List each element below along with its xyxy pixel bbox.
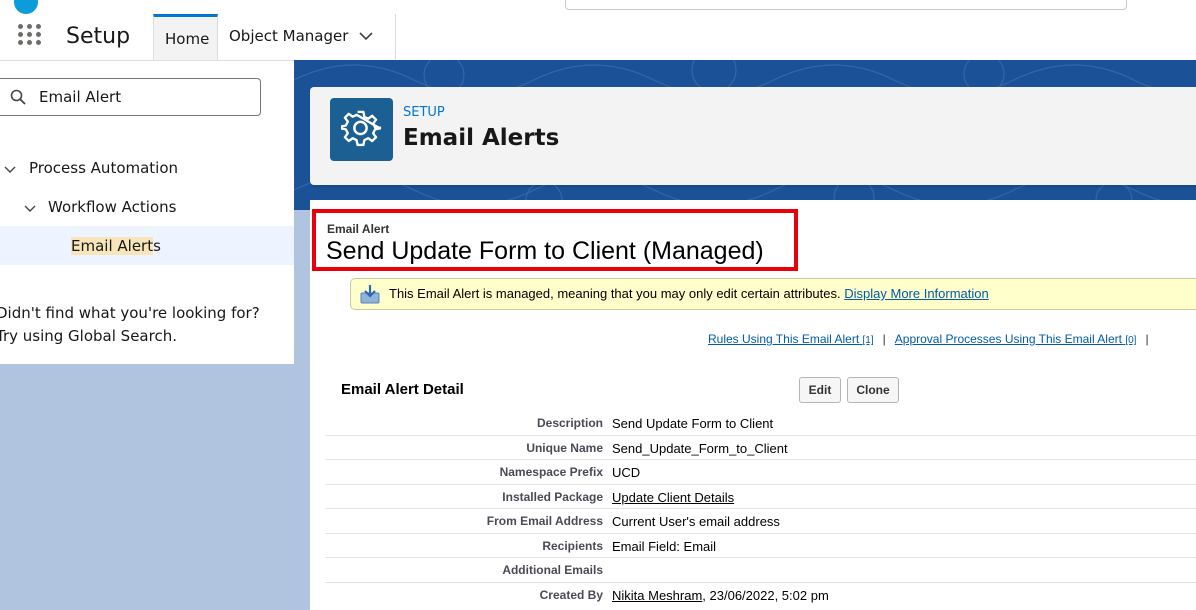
tree-item-email-alerts-label: Email Alerts [71,237,161,255]
record-name: Send Update Form to Client (Managed) [326,237,764,265]
created-date: , 23/06/2022, 5:02 pm [702,587,829,603]
setup-sidebar: Email Alert Process Automation Workflow … [0,61,294,364]
not-found-help-text: Didn't find what you're looking for? Try… [0,304,260,345]
clone-button[interactable]: Clone [847,377,899,403]
tab-home-label: Home [165,30,210,48]
chevron-down-icon[interactable] [4,163,16,175]
field-value: Update Client Details [612,490,734,505]
tree-item-process-automation[interactable]: Process Automation [29,159,178,177]
setup-nav-bar: Setup Home Object Manager [0,14,1196,61]
record-detail-panel: Email Alert Send Update Form to Client (… [310,200,1196,610]
rules-link-label: Rules Using This Email Alert [708,332,860,346]
tree-item-workflow-actions[interactable]: Workflow Actions [48,198,176,216]
quick-find-input[interactable]: Email Alert [0,78,261,116]
field-value: Nikita Meshram, 23/06/2022, 5:02 pm [612,588,829,603]
field-value: UCD [612,465,641,480]
record-type-label: Email Alert [327,222,390,236]
field-label: Installed Package [502,489,603,504]
gear-icon [330,98,393,161]
rules-link-count: [1] [862,335,874,346]
field-label: Description [536,416,603,430]
chevron-down-icon[interactable] [358,28,374,44]
edit-button[interactable]: Edit [799,377,841,403]
detail-row-unique-name: Unique Name Send_Update_Form_to_Client [325,436,1196,460]
chevron-down-icon[interactable] [24,202,36,214]
link-separator: | [1145,332,1149,346]
info-text: This Email Alert is managed, meaning tha… [389,286,989,301]
search-match-highlight: Email Alert [71,237,154,255]
detail-row-installed-package: Installed Package Update Client Details [325,485,1196,509]
field-label: Additional Emails [502,563,603,577]
display-more-info-link[interactable]: Display More Information [844,286,989,301]
quick-find-value: Email Alert [39,88,122,106]
installed-package-link[interactable]: Update Client Details [612,490,734,505]
field-value: Email Field: Email [612,538,717,554]
field-label: Unique Name [526,440,603,455]
managed-info-message: This Email Alert is managed, meaning tha… [350,278,1196,310]
download-package-icon [360,285,380,304]
tab-object-manager-label: Object Manager [229,27,349,45]
tree-item-email-alerts[interactable]: Email Alerts [0,226,294,265]
salesforce-logo[interactable] [14,0,38,14]
detail-section-title: Email Alert Detail [341,381,464,398]
field-label: Recipients [542,538,603,553]
related-lists-links: Rules Using This Email Alert [1] | Approva… [708,332,1158,346]
detail-row-from-email: From Email Address Current User's email … [325,509,1196,534]
detail-table: Description Send Update Form to Client U… [325,411,1196,607]
rules-using-alert-link[interactable]: Rules Using This Email Alert [1] [708,332,874,346]
approval-link-count: [0] [1125,335,1137,346]
approval-processes-link[interactable]: Approval Processes Using This Email Aler… [895,332,1137,346]
info-message-text: This Email Alert is managed, meaning tha… [389,286,841,301]
global-header [0,0,1196,15]
page-eyebrow: SETUP [403,105,445,120]
field-value: Send_Update_Form_to_Client [612,440,788,456]
field-label: Created By [539,587,603,602]
detail-row-description: Description Send Update Form to Client [325,411,1196,436]
field-label: From Email Address [486,514,603,528]
app-title: Setup [66,24,131,49]
approval-link-label: Approval Processes Using This Email Aler… [894,332,1122,346]
label-rest: s [153,237,161,255]
field-value: Send Update Form to Client [612,416,774,431]
field-label: Namespace Prefix [499,465,603,479]
detail-row-namespace-prefix: Namespace Prefix UCD [325,460,1196,485]
detail-row-recipients: Recipients Email Field: Email [325,534,1196,558]
field-value: Current User's email address [612,514,780,529]
tab-object-manager[interactable]: Object Manager [218,14,396,60]
detail-row-additional-emails: Additional Emails [325,558,1196,583]
app-launcher-icon[interactable] [18,24,46,52]
page-header: SETUP Email Alerts [310,87,1196,185]
search-icon [10,89,26,105]
link-separator: | [882,332,886,346]
gear-icon-svg [341,110,382,147]
created-by-user-link[interactable]: Nikita Meshram [612,588,702,603]
detail-row-created-by: Created By Nikita Meshram, 23/06/2022, 5… [325,583,1196,608]
page-title: Email Alerts [403,125,560,151]
tab-home[interactable]: Home [153,14,218,60]
global-search-input[interactable] [565,0,1127,10]
